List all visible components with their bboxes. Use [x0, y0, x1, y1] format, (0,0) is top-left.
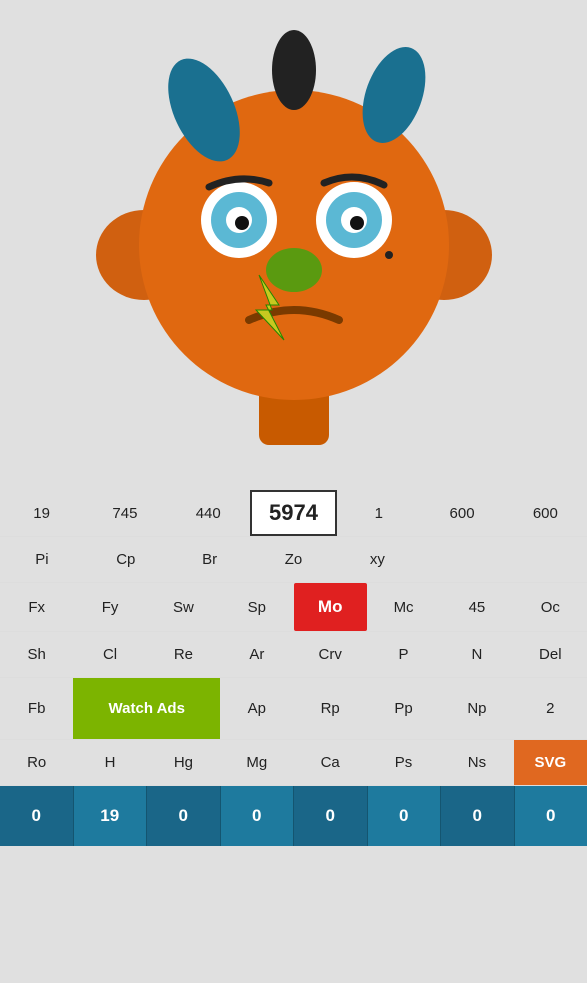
- score-row: 19 745 440 5974 1 600 600: [0, 490, 587, 537]
- cell-mo[interactable]: Mo: [294, 583, 367, 631]
- watch-ads-button[interactable]: Watch Ads: [73, 678, 220, 739]
- cell-ro[interactable]: Ro: [0, 740, 73, 785]
- cell-mc[interactable]: Mc: [367, 585, 440, 630]
- cell-oc[interactable]: Oc: [514, 585, 587, 630]
- cell-del[interactable]: Del: [514, 632, 587, 677]
- cell-ca[interactable]: Ca: [294, 740, 367, 785]
- cell-ar[interactable]: Ar: [220, 632, 293, 677]
- cell-n[interactable]: N: [440, 632, 513, 677]
- cell-45[interactable]: 45: [440, 585, 513, 630]
- bottom-cell-0: 0: [0, 786, 74, 846]
- character-svg: [84, 15, 504, 475]
- bottom-cell-0f: 0: [441, 786, 515, 846]
- character-area: [0, 0, 587, 490]
- cell-zo[interactable]: Zo: [252, 537, 336, 582]
- cell-xy[interactable]: xy: [335, 537, 419, 582]
- cell-br[interactable]: Br: [168, 537, 252, 582]
- cell-440: 440: [167, 491, 250, 536]
- cell-rp[interactable]: Rp: [294, 686, 367, 731]
- cell-empty2: [503, 546, 587, 574]
- cell-fb[interactable]: Fb: [0, 686, 73, 731]
- cell-fy[interactable]: Fy: [73, 585, 146, 630]
- bottom-cell-0e: 0: [368, 786, 442, 846]
- cell-p[interactable]: P: [367, 632, 440, 677]
- cell-np[interactable]: Np: [440, 686, 513, 731]
- cell-pp[interactable]: Pp: [367, 686, 440, 731]
- row-4: Fb Watch Ads Ap Rp Pp Np 2: [0, 678, 587, 740]
- row-2: Fx Fy Sw Sp Mo Mc 45 Oc: [0, 583, 587, 632]
- cell-ps[interactable]: Ps: [367, 740, 440, 785]
- cell-hg[interactable]: Hg: [147, 740, 220, 785]
- cell-600b: 600: [504, 491, 587, 536]
- row-5: Ro H Hg Mg Ca Ps Ns SVG: [0, 740, 587, 786]
- cell-ap[interactable]: Ap: [220, 686, 293, 731]
- cell-svg[interactable]: SVG: [514, 740, 587, 785]
- cell-19: 19: [0, 491, 83, 536]
- cell-cl[interactable]: Cl: [73, 632, 146, 677]
- cell-745: 745: [83, 491, 166, 536]
- cell-sh[interactable]: Sh: [0, 632, 73, 677]
- cell-pi[interactable]: Pi: [0, 537, 84, 582]
- cell-sp[interactable]: Sp: [220, 585, 293, 630]
- bottom-cell-19: 19: [74, 786, 148, 846]
- row-3: Sh Cl Re Ar Crv P N Del: [0, 632, 587, 678]
- score-cell: 5974: [250, 490, 337, 536]
- bottom-bar: 0 19 0 0 0 0 0 0: [0, 786, 587, 846]
- cell-crv[interactable]: Crv: [294, 632, 367, 677]
- bottom-cell-0d: 0: [294, 786, 368, 846]
- cell-re[interactable]: Re: [147, 632, 220, 677]
- bottom-cell-0b: 0: [147, 786, 221, 846]
- cell-sw[interactable]: Sw: [147, 585, 220, 630]
- cell-ns[interactable]: Ns: [440, 740, 513, 785]
- bottom-cell-0c: 0: [221, 786, 295, 846]
- row-1: Pi Cp Br Zo xy: [0, 537, 587, 583]
- cell-cp[interactable]: Cp: [84, 537, 168, 582]
- cell-2[interactable]: 2: [514, 686, 587, 731]
- cell-600a: 600: [420, 491, 503, 536]
- cell-empty1: [419, 546, 503, 574]
- bottom-cell-0g: 0: [515, 786, 587, 846]
- cell-fx[interactable]: Fx: [0, 585, 73, 630]
- cell-mg[interactable]: Mg: [220, 740, 293, 785]
- cell-1: 1: [337, 491, 420, 536]
- cell-h[interactable]: H: [73, 740, 146, 785]
